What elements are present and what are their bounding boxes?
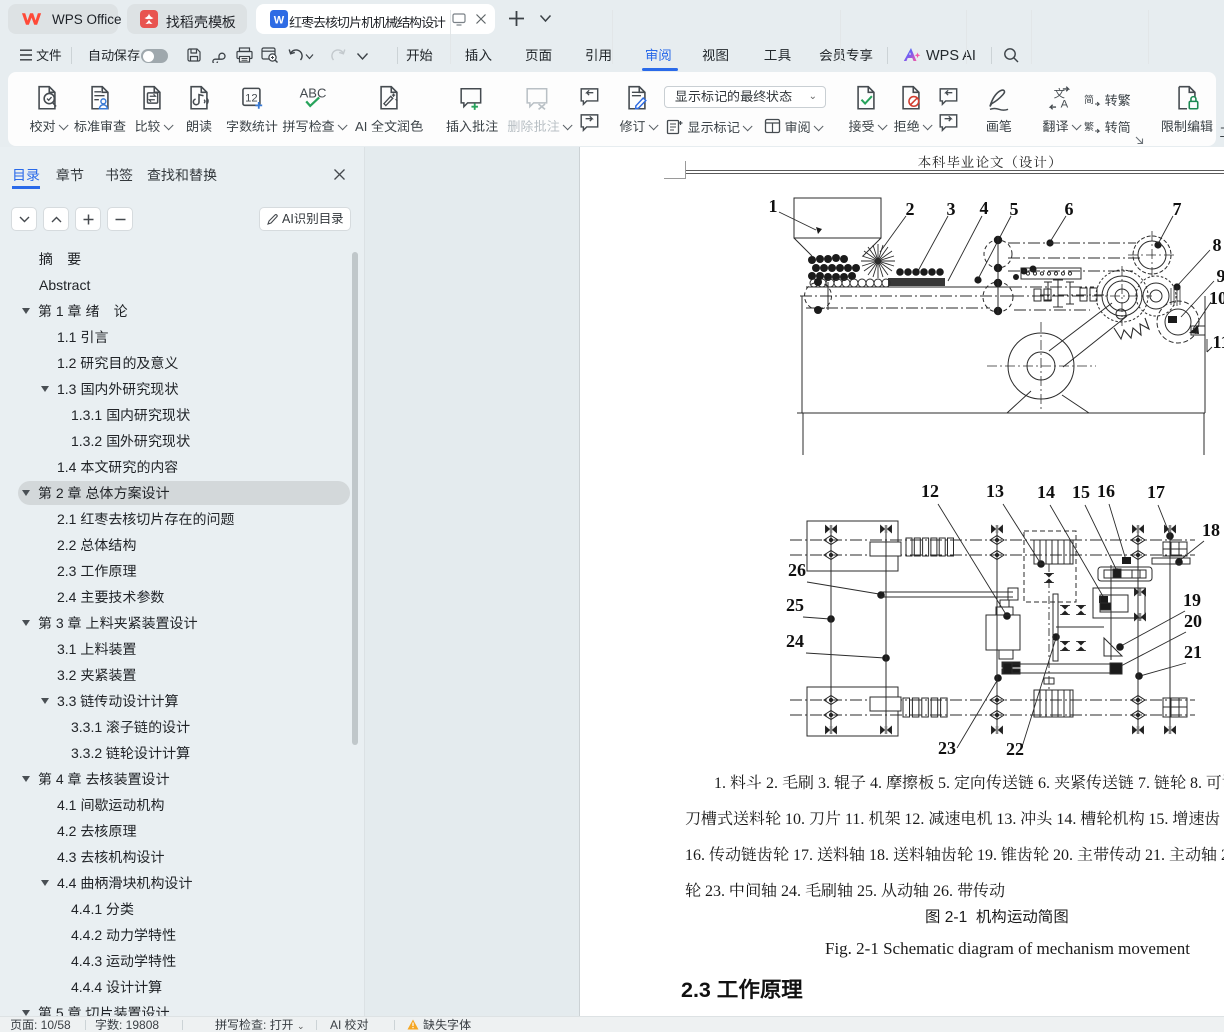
svg-text:17: 17: [1147, 482, 1165, 502]
svg-text:6: 6: [1065, 199, 1074, 219]
svg-text:7: 7: [1173, 199, 1182, 219]
svg-text:16: 16: [1097, 481, 1115, 501]
svg-text:26: 26: [788, 560, 806, 580]
svg-text:5: 5: [1010, 199, 1019, 219]
svg-text:19: 19: [1183, 590, 1201, 610]
svg-text:25: 25: [786, 595, 804, 615]
svg-text:3: 3: [947, 199, 956, 219]
svg-text:繁: 繁: [1084, 120, 1094, 133]
svg-text:4: 4: [980, 198, 989, 218]
svg-text:A: A: [1061, 99, 1069, 111]
svg-text:10: 10: [1209, 288, 1224, 308]
svg-text:14: 14: [1037, 482, 1055, 502]
svg-text:18: 18: [1202, 520, 1220, 540]
svg-text:22: 22: [1006, 739, 1024, 759]
svg-text:11: 11: [1212, 332, 1224, 352]
svg-text:9: 9: [1217, 266, 1224, 286]
svg-text:13: 13: [986, 481, 1004, 501]
svg-text:12: 12: [921, 481, 939, 501]
svg-text:W: W: [274, 15, 285, 27]
svg-text:15: 15: [1072, 482, 1090, 502]
svg-text:23: 23: [938, 738, 956, 758]
svg-text:12: 12: [245, 92, 258, 104]
svg-text:24: 24: [786, 631, 804, 651]
svg-text:2: 2: [906, 199, 915, 219]
svg-text:简: 简: [1084, 93, 1094, 106]
svg-text:1: 1: [769, 196, 778, 216]
svg-text:ABC: ABC: [300, 85, 327, 100]
svg-text:20: 20: [1184, 611, 1202, 631]
svg-text:8: 8: [1213, 235, 1222, 255]
svg-text:21: 21: [1184, 642, 1202, 662]
